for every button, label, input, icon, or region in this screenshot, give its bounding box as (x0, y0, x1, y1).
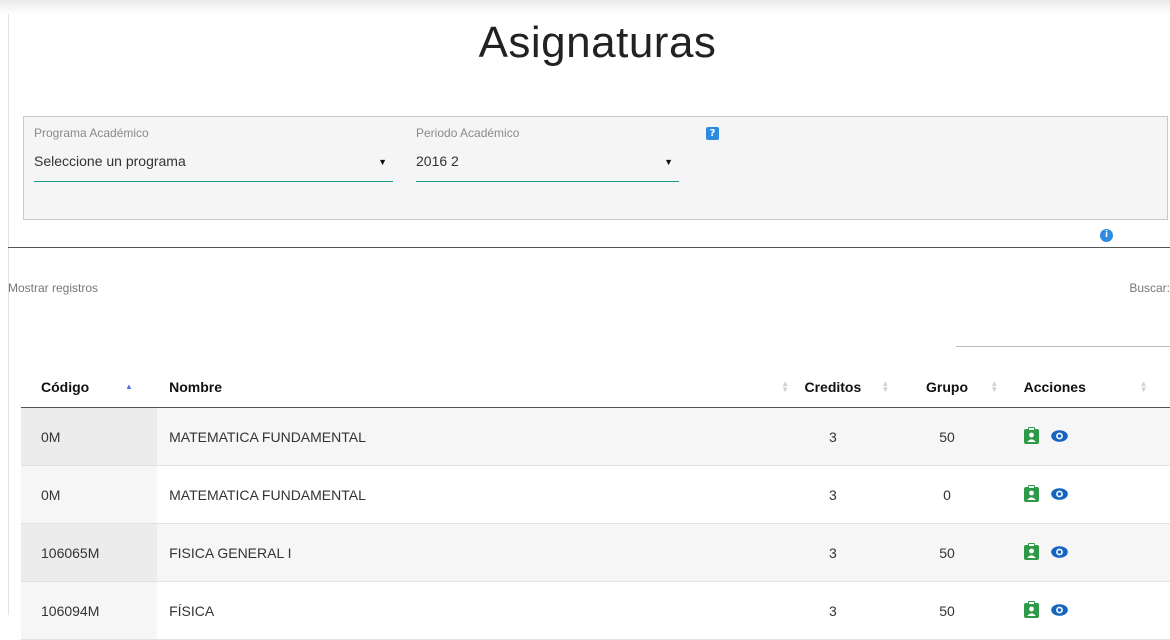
column-header-label: Creditos (804, 379, 862, 395)
info-icon[interactable]: i (1100, 229, 1113, 242)
table-row: 0M MATEMATICA FUNDAMENTAL 3 0 (21, 465, 1170, 524)
clipboard-user-icon[interactable] (1023, 426, 1039, 447)
cell-grupo: 0 (890, 465, 1004, 524)
subjects-table: Código ▲ Nombre ▲ ▼ Creditos ▲ ▼ Grupo ▲ ▼ … (21, 367, 1170, 640)
cell-nombre: FISICA GENERAL I (157, 523, 776, 582)
cell-acciones (1003, 523, 1170, 582)
eye-icon[interactable] (1050, 487, 1068, 503)
cell-grupo: 50 (890, 581, 1004, 640)
column-header-codigo[interactable]: Código ▲ (21, 367, 158, 408)
column-header-nombre[interactable]: Nombre ▲ ▼ (157, 367, 789, 408)
cell-creditos: 3 (775, 407, 891, 466)
cell-creditos: 3 (775, 581, 891, 640)
cell-grupo: 50 (890, 523, 1004, 582)
periodo-select[interactable]: 2016 2 ▼ (416, 153, 679, 182)
cell-acciones (1003, 465, 1170, 524)
cell-codigo: 0M (21, 465, 158, 524)
sort-icon: ▲ ▼ (1139, 379, 1148, 394)
search-label: Buscar: (1129, 281, 1170, 295)
column-header-label: Código (41, 379, 90, 395)
cell-nombre: MATEMATICA FUNDAMENTAL (157, 407, 776, 466)
sort-icon: ▲ ▼ (881, 379, 890, 394)
cell-codigo: 106094M (21, 581, 158, 640)
cell-creditos: 3 (775, 523, 891, 582)
cell-nombre: MATEMATICA FUNDAMENTAL (157, 465, 776, 524)
table-row: 0M MATEMATICA FUNDAMENTAL 3 50 (21, 407, 1170, 466)
periodo-value: 2016 2 (416, 153, 459, 169)
programa-label: Programa Académico (34, 126, 149, 140)
column-header-label: Nombre (169, 379, 223, 395)
left-border (8, 14, 9, 615)
clipboard-user-icon[interactable] (1023, 484, 1039, 505)
chevron-down-icon: ▼ (664, 157, 673, 167)
question-icon[interactable]: ? (706, 127, 719, 140)
column-header-label: Grupo (926, 379, 969, 395)
table-header-row: Código ▲ Nombre ▲ ▼ Creditos ▲ ▼ Grupo ▲ ▼ … (21, 367, 1170, 408)
search-input[interactable] (956, 328, 1170, 347)
page-title: Asignaturas (478, 18, 717, 67)
sort-icon: ▲ ▼ (990, 379, 999, 394)
eye-icon[interactable] (1050, 545, 1068, 561)
table-row: 106094M FÍSICA 3 50 (21, 581, 1170, 640)
cell-codigo: 106065M (21, 523, 158, 582)
periodo-label: Periodo Académico (416, 126, 520, 140)
clipboard-user-icon[interactable] (1023, 600, 1039, 621)
clipboard-user-icon[interactable] (1023, 542, 1039, 563)
table-row: 106065M FISICA GENERAL I 3 50 (21, 523, 1170, 582)
column-header-creditos[interactable]: Creditos ▲ ▼ (775, 367, 891, 408)
chevron-down-icon: ▼ (378, 157, 387, 167)
column-header-grupo[interactable]: Grupo ▲ ▼ (890, 367, 1004, 408)
eye-icon[interactable] (1050, 603, 1068, 619)
top-shadow (0, 0, 1170, 14)
programa-select[interactable]: Seleccione un programa ▼ (34, 153, 393, 182)
eye-icon[interactable] (1050, 429, 1068, 445)
programa-value: Seleccione un programa (34, 153, 186, 169)
cell-nombre: FÍSICA (157, 581, 776, 640)
cell-acciones (1003, 581, 1170, 640)
cell-codigo: 0M (21, 407, 158, 466)
cell-grupo: 50 (890, 407, 1004, 466)
sort-asc-icon: ▲ (125, 382, 133, 391)
cell-creditos: 3 (775, 465, 891, 524)
column-header-label: Acciones (1023, 379, 1086, 395)
show-records-label: Mostrar registros (8, 281, 99, 295)
column-header-acciones[interactable]: Acciones ▲ ▼ (1003, 367, 1170, 408)
divider (8, 247, 1170, 248)
cell-acciones (1003, 407, 1170, 466)
